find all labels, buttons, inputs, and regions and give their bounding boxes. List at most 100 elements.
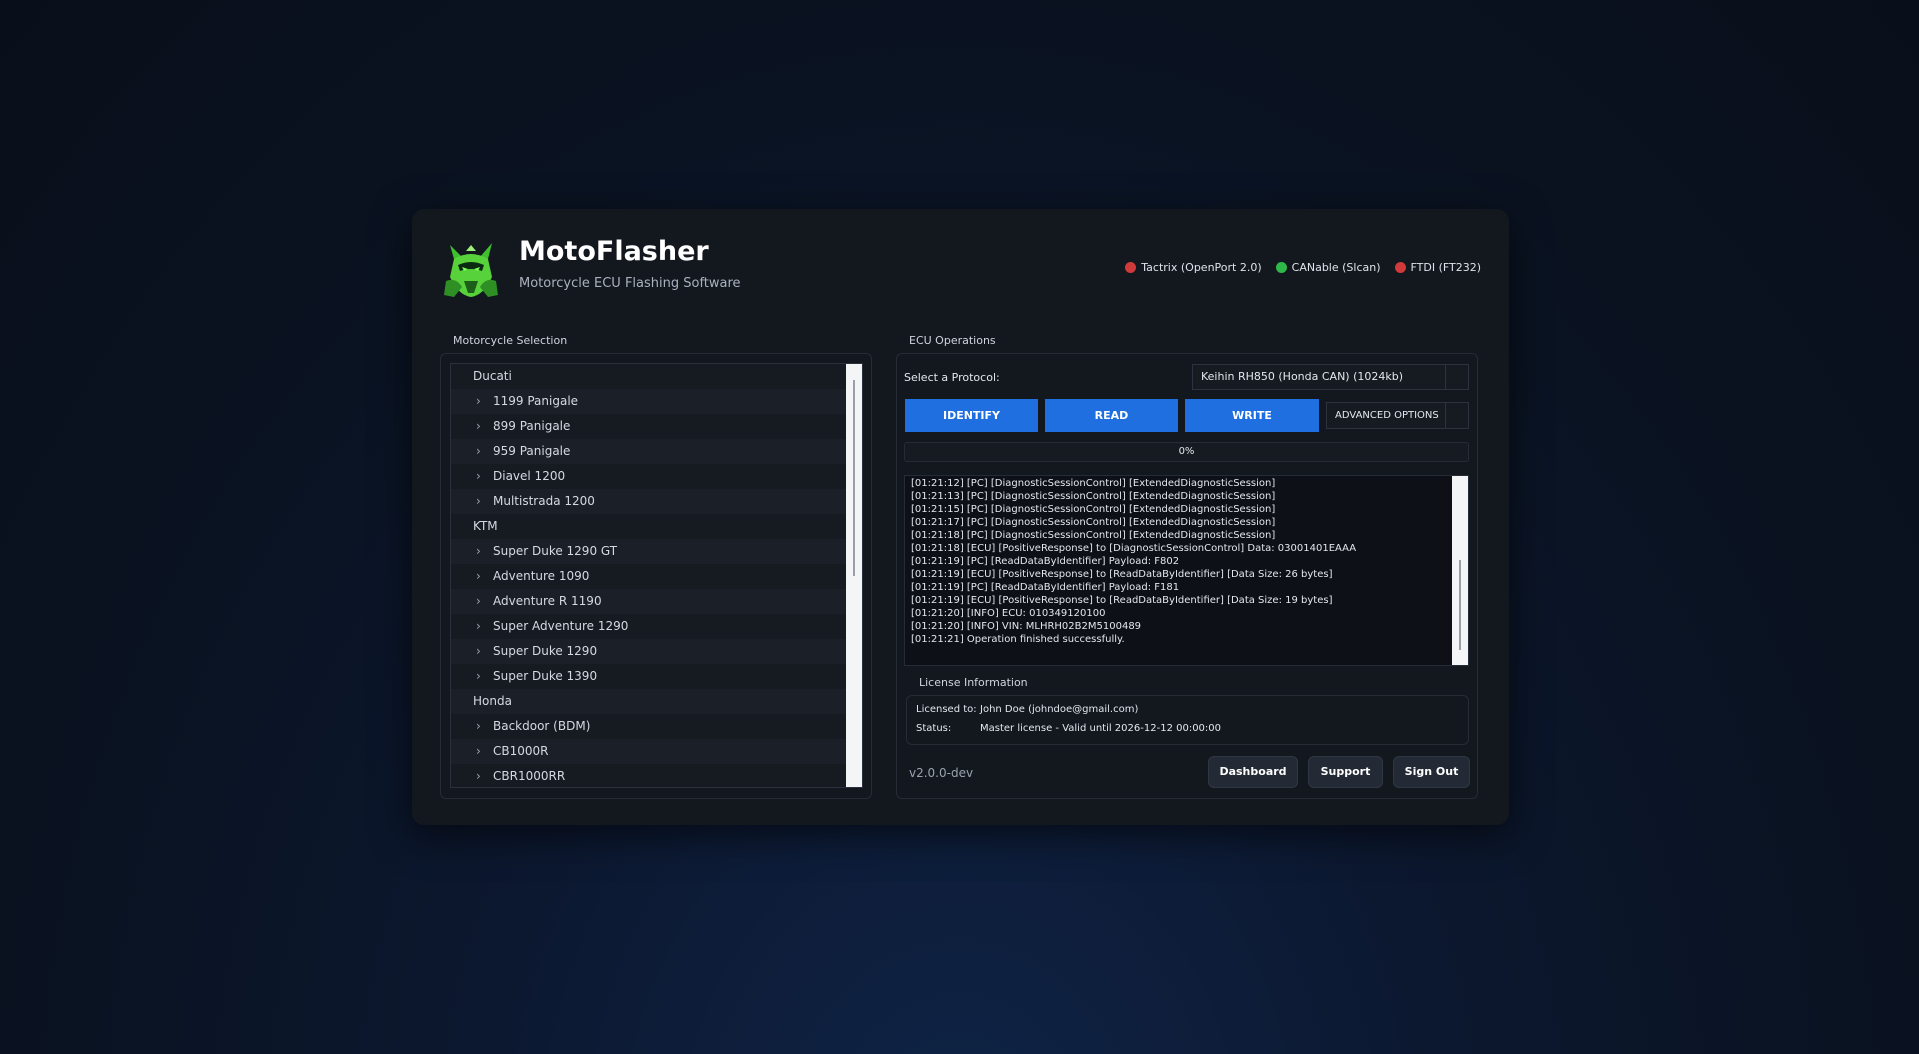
- chevron-right-icon[interactable]: ›: [476, 414, 481, 439]
- tree-item-label: Super Adventure 1290: [493, 619, 629, 633]
- progress-bar: 0%: [904, 442, 1469, 462]
- chevron-right-icon[interactable]: ›: [476, 664, 481, 689]
- tree-item-label: 899 Panigale: [493, 419, 571, 433]
- tree-item-label: Super Duke 1290: [493, 644, 598, 658]
- license-information-box: Licensed to: John Doe (johndoe@gmail.com)…: [906, 695, 1469, 745]
- dashboard-button[interactable]: Dashboard: [1208, 756, 1298, 788]
- support-button[interactable]: Support: [1308, 756, 1383, 788]
- device-label: Tactrix (OpenPort 2.0): [1141, 261, 1262, 274]
- tree-item-label: Adventure R 1190: [493, 594, 602, 608]
- status-value: Master license - Valid until 2026-12-12 …: [980, 723, 1222, 734]
- tree-model-item[interactable]: › Super Duke 1390: [451, 664, 862, 689]
- dropdown-arrow-icon[interactable]: [1445, 403, 1468, 428]
- identify-button[interactable]: IDENTIFY: [905, 399, 1038, 432]
- scrollbar-thumb[interactable]: [853, 380, 855, 576]
- motorcycle-tree[interactable]: Ducati › 1199 Panigale › 899 Panigale › 959 Pa…: [450, 363, 863, 788]
- chevron-right-icon[interactable]: ›: [476, 489, 481, 514]
- protocol-select[interactable]: Keihin RH850 (Honda CAN) (1024kb): [1192, 364, 1469, 390]
- chevron-right-icon[interactable]: ›: [476, 389, 481, 414]
- tree-model-item[interactable]: › 959 Panigale: [451, 439, 862, 464]
- status-dot-icon: [1275, 262, 1287, 273]
- log-scrollbar[interactable]: [1452, 476, 1468, 665]
- chevron-right-icon[interactable]: ›: [476, 464, 481, 489]
- device-status-canable: CANable (Slcan): [1275, 261, 1381, 274]
- log-line: [01:21:18] [PC] [DiagnosticSessionContro…: [911, 530, 1276, 541]
- license-status-row: Status: Master license - Valid until 2026…: [916, 723, 1221, 734]
- log-output[interactable]: [01:21:12] [PC] [DiagnosticSessionContro…: [904, 475, 1469, 666]
- log-line: [01:21:19] [PC] [ReadDataByIdentifier] P…: [911, 582, 1180, 593]
- licensed-to-value: John Doe (johndoe@gmail.com): [980, 704, 1139, 715]
- tree-item-label: CBR1000RR: [493, 769, 566, 783]
- chevron-right-icon[interactable]: ›: [476, 439, 481, 464]
- tree-item-label: CB1000R: [493, 744, 549, 758]
- version-label: v2.0.0-dev: [909, 766, 974, 780]
- tree-model-item[interactable]: › Backdoor (BDM): [451, 714, 862, 739]
- licensed-to-key: Licensed to:: [916, 704, 977, 715]
- tree-model-item[interactable]: › Multistrada 1200: [451, 489, 862, 514]
- tree-group-item[interactable]: Ducati: [451, 364, 862, 389]
- motorcycle-selection-label: Motorcycle Selection: [453, 334, 568, 347]
- status-key: Status:: [916, 723, 952, 734]
- tree-item-label: KTM: [473, 519, 498, 533]
- chevron-right-icon[interactable]: ›: [476, 589, 481, 614]
- main-window: MotoFlasher Motorcycle ECU Flashing Soft…: [412, 209, 1509, 825]
- protocol-select-value: Keihin RH850 (Honda CAN) (1024kb): [1201, 370, 1404, 383]
- status-dot-icon: [1125, 262, 1137, 273]
- advanced-options-label: ADVANCED OPTIONS: [1335, 410, 1439, 421]
- tree-model-item[interactable]: › CB1000R: [451, 739, 862, 764]
- tree-model-item[interactable]: › 1199 Panigale: [451, 389, 862, 414]
- tree-model-item[interactable]: › Diavel 1200: [451, 464, 862, 489]
- device-status-ftdi: FTDI (FT232): [1394, 261, 1482, 274]
- tree-item-label: Super Duke 1390: [493, 669, 598, 683]
- sign-out-button[interactable]: Sign Out: [1393, 756, 1470, 788]
- log-line: [01:21:19] [ECU] [PositiveResponse] to […: [911, 595, 1333, 606]
- read-button[interactable]: READ: [1045, 399, 1178, 432]
- log-line: [01:21:15] [PC] [DiagnosticSessionContro…: [911, 504, 1276, 515]
- device-label: CANable (Slcan): [1291, 261, 1381, 274]
- tree-group-item[interactable]: Honda: [451, 689, 862, 714]
- tree-item-label: Ducati: [473, 369, 512, 383]
- tree-model-item[interactable]: › Adventure R 1190: [451, 589, 862, 614]
- chevron-right-icon[interactable]: ›: [476, 564, 481, 589]
- tree-model-item[interactable]: › Super Duke 1290: [451, 639, 862, 664]
- tree-item-label: Adventure 1090: [493, 569, 590, 583]
- tree-model-item[interactable]: › Adventure 1090: [451, 564, 862, 589]
- tree-item-label: Super Duke 1290 GT: [493, 544, 618, 558]
- tree-model-item[interactable]: › 899 Panigale: [451, 414, 862, 439]
- tree-model-item[interactable]: › Super Adventure 1290: [451, 614, 862, 639]
- tree-model-item[interactable]: › CBR1000RR: [451, 764, 862, 787]
- write-button[interactable]: WRITE: [1185, 399, 1319, 432]
- tree-item-label: Multistrada 1200: [493, 494, 595, 508]
- log-line: [01:21:20] [INFO] ECU: 010349120100: [911, 608, 1106, 619]
- dropdown-arrow-icon[interactable]: [1445, 365, 1468, 389]
- chevron-right-icon[interactable]: ›: [476, 614, 481, 639]
- protocol-label: Select a Protocol:: [904, 371, 1000, 384]
- progress-text: 0%: [1178, 446, 1195, 457]
- log-line: [01:21:17] [PC] [DiagnosticSessionContro…: [911, 517, 1276, 528]
- chevron-right-icon[interactable]: ›: [476, 739, 481, 764]
- scrollbar-thumb[interactable]: [1459, 560, 1461, 650]
- tree-model-item[interactable]: › Super Duke 1290 GT: [451, 539, 862, 564]
- log-line: [01:21:19] [PC] [ReadDataByIdentifier] P…: [911, 556, 1180, 567]
- chevron-right-icon[interactable]: ›: [476, 539, 481, 564]
- tree-item-label: Diavel 1200: [493, 469, 566, 483]
- device-label: FTDI (FT232): [1410, 261, 1482, 274]
- license-licensed-to-row: Licensed to: John Doe (johndoe@gmail.com): [916, 704, 1138, 715]
- chevron-right-icon[interactable]: ›: [476, 714, 481, 739]
- tree-group-item[interactable]: KTM: [451, 514, 862, 539]
- chevron-right-icon[interactable]: ›: [476, 639, 481, 664]
- status-dot-icon: [1394, 262, 1406, 273]
- ecu-operations-label: ECU Operations: [909, 334, 996, 347]
- tree-item-label: 1199 Panigale: [493, 394, 579, 408]
- license-information-label: License Information: [919, 676, 1028, 689]
- tree-scrollbar[interactable]: [846, 364, 862, 787]
- motorcycle-helmet-logo-icon: [440, 237, 502, 299]
- app-subtitle: Motorcycle ECU Flashing Software: [519, 276, 741, 291]
- chevron-right-icon[interactable]: ›: [476, 764, 481, 787]
- tree-item-label: Backdoor (BDM): [493, 719, 591, 733]
- device-status-list: Tactrix (OpenPort 2.0) CANable (Slcan) F…: [1125, 261, 1481, 274]
- log-line: [01:21:19] [ECU] [PositiveResponse] to […: [911, 569, 1333, 580]
- log-line: [01:21:21] Operation finished successful…: [911, 634, 1125, 645]
- advanced-options-select[interactable]: ADVANCED OPTIONS: [1326, 402, 1469, 429]
- tree-item-label: 959 Panigale: [493, 444, 571, 458]
